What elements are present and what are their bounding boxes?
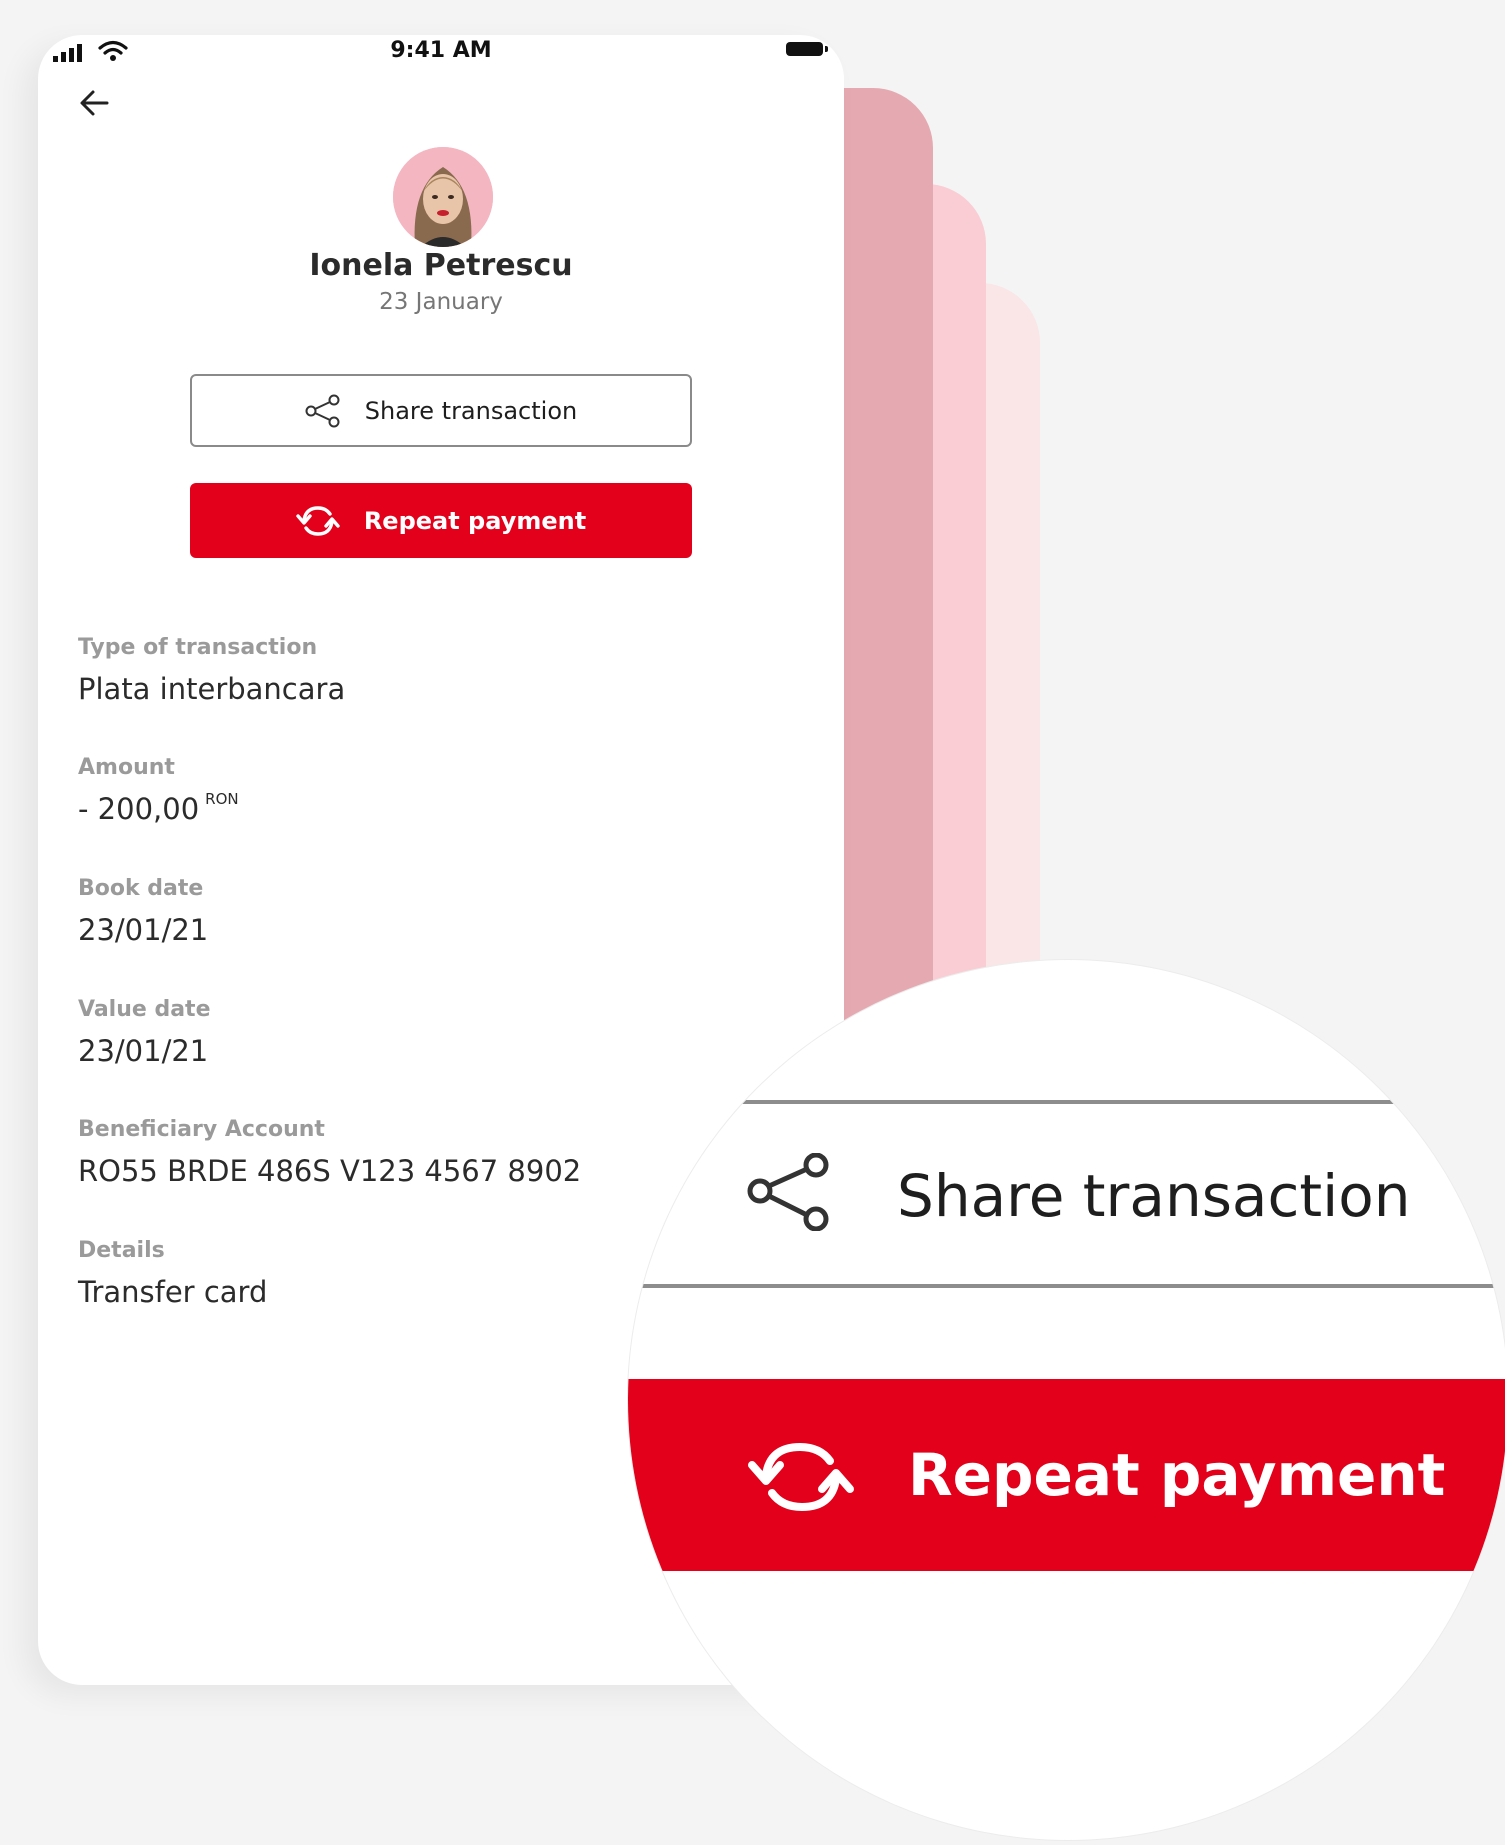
share-icon (747, 1153, 829, 1231)
detail-value: RO55 BRDE 486S V123 4567 8902 (78, 1154, 582, 1188)
magnifier-border-bottom (628, 1284, 1505, 1288)
detail-transaction-type: Type of transaction Plata interbancara (78, 635, 345, 706)
battery-tip (825, 46, 828, 52)
detail-beneficiary-account: Beneficiary Account RO55 BRDE 486S V123 … (78, 1117, 581, 1188)
back-arrow-icon[interactable] (75, 83, 115, 123)
detail-value: Plata interbancara (78, 672, 346, 706)
detail-label: Book date (78, 876, 204, 901)
amount-value: - 200,00 (78, 792, 200, 826)
repeat-payment-label: Repeat payment (363, 506, 587, 535)
currency-label: RON (205, 790, 239, 808)
magnified-share-label: Share transaction (897, 1162, 1411, 1230)
detail-label: Amount (78, 755, 175, 780)
detail-label: Type of transaction (78, 635, 318, 660)
detail-value: 23/01/21 (78, 913, 209, 947)
battery-icon (786, 42, 823, 56)
share-icon (305, 394, 340, 427)
detail-amount: Amount - 200,00 RON (78, 755, 239, 826)
contact-name: Ionela Petrescu (309, 248, 573, 283)
detail-value: 23/01/21 (78, 1034, 209, 1068)
detail-value: Transfer card (78, 1275, 268, 1309)
detail-book-date: Book date 23/01/21 (78, 876, 208, 947)
magnified-share-button[interactable]: Share transaction (628, 1100, 1505, 1284)
detail-value-date: Value date 23/01/21 (78, 997, 210, 1068)
share-transaction-label: Share transaction (364, 396, 578, 425)
repeat-payment-button[interactable]: Repeat payment (190, 483, 692, 558)
magnified-repeat-button[interactable]: Repeat payment (628, 1379, 1505, 1571)
avatar (393, 147, 493, 247)
detail-label: Details (78, 1238, 165, 1263)
transaction-date: 23 January (379, 289, 503, 315)
repeat-icon (296, 505, 340, 536)
status-time: 9:41 AM (390, 38, 492, 63)
detail-label: Value date (78, 997, 211, 1022)
share-transaction-button[interactable]: Share transaction (190, 374, 692, 447)
repeat-icon (748, 1442, 854, 1512)
avatar-portrait (393, 147, 493, 247)
status-bar: 9:41 AM (38, 35, 844, 105)
detail-details: Details Transfer card (78, 1238, 267, 1309)
detail-value: - 200,00 RON (78, 790, 239, 826)
magnifier-zoom: Share transaction Repeat payment (628, 960, 1505, 1840)
magnified-repeat-label: Repeat payment (908, 1441, 1446, 1509)
detail-label: Beneficiary Account (78, 1117, 325, 1142)
